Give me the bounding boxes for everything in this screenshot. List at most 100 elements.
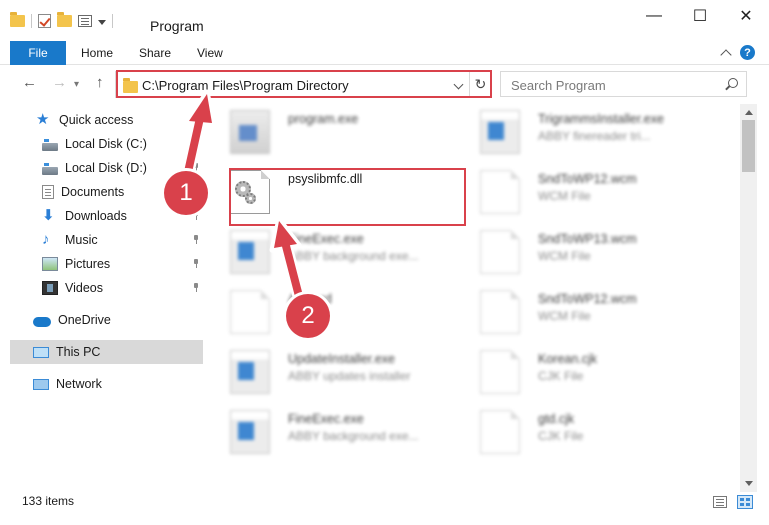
sidebar-item-music[interactable]: ♪ Music: [0, 228, 205, 252]
scroll-up-icon[interactable]: [745, 110, 753, 115]
navigation-pane: ★ Quick access Local Disk (C:) Local Dis…: [0, 104, 205, 484]
navigation-bar: ← → ▾ ↑ C:\Program Files\Program Directo…: [0, 68, 769, 100]
step-badge-2: 2: [286, 294, 330, 338]
minimize-button[interactable]: —: [631, 0, 677, 32]
file-item-psyslibmfc-dll[interactable]: psyslibmfc.dll: [212, 164, 452, 220]
sidebar-item-label: Quick access: [59, 113, 134, 127]
file-type: ABBY background exe...: [288, 429, 419, 443]
search-icon[interactable]: [728, 78, 738, 88]
exe-icon: [230, 110, 270, 154]
tab-share[interactable]: Share: [139, 46, 171, 60]
properties-check-icon[interactable]: [38, 14, 51, 28]
pin-icon: [193, 235, 199, 244]
step-badge-1: 1: [164, 171, 208, 215]
file-item-fineexec-exe-2[interactable]: FineExec.exe ABBY background exe...: [212, 404, 452, 460]
file-item-gtd-cjk[interactable]: gtd.cjk CJK File: [462, 404, 702, 460]
maximize-button[interactable]: ☐: [677, 0, 723, 32]
file-item-updateinstaller-exe[interactable]: UpdateInstaller.exe ABBY updates install…: [212, 344, 452, 400]
folder-icon[interactable]: [10, 12, 25, 27]
scroll-thumb[interactable]: [742, 120, 755, 172]
sidebar-item-pictures[interactable]: Pictures: [0, 252, 205, 276]
file-item-fineexec-exe[interactable]: FineExec.exe ABBY background exe...: [212, 224, 452, 280]
tab-view[interactable]: View: [197, 46, 223, 60]
close-button[interactable]: ✕: [723, 0, 769, 32]
file-type: CJK File: [538, 429, 584, 443]
file-type: ABBY updates installer: [288, 369, 411, 383]
pin-icon: [193, 163, 199, 172]
tab-file[interactable]: File: [10, 41, 66, 65]
search-input[interactable]: Search Program: [511, 78, 606, 93]
file-name: program.exe: [288, 112, 359, 126]
details-view-icon[interactable]: [713, 496, 727, 508]
file-item-sndtowp12-wcm[interactable]: SndToWP12.wcm WCM File: [462, 164, 702, 220]
properties-icon[interactable]: [78, 15, 92, 27]
large-icons-view-icon[interactable]: [737, 495, 753, 509]
up-button[interactable]: ↑: [96, 74, 104, 91]
file-type: WCM File: [538, 249, 591, 263]
sidebar-item-label: Videos: [65, 281, 103, 295]
document-icon: [480, 290, 520, 334]
ribbon-right: ?: [720, 45, 755, 61]
sidebar-item-label: Local Disk (C:): [65, 137, 147, 151]
file-name: Korean.cjk: [538, 352, 598, 366]
file-item-sndtowp13-wcm[interactable]: SndToWP13.wcm WCM File: [462, 224, 702, 280]
recent-locations-icon[interactable]: ▾: [74, 79, 79, 90]
file-type: CJK File: [538, 369, 584, 383]
sidebar-item-onedrive[interactable]: OneDrive: [0, 308, 205, 332]
file-name: SndToWP13.wcm: [538, 232, 637, 246]
sidebar-item-local-disk-c[interactable]: Local Disk (C:): [0, 132, 205, 156]
separator: [112, 14, 113, 28]
sidebar-item-label: OneDrive: [58, 313, 111, 327]
document-icon: [480, 410, 520, 454]
sidebar-item-network[interactable]: Network: [0, 372, 205, 396]
file-item-amberd[interactable]: Amberd: [212, 284, 452, 340]
music-icon: ♪: [42, 231, 50, 248]
file-type: ABBY background exe...: [288, 249, 419, 263]
sidebar-item-quick-access[interactable]: ★ Quick access: [0, 108, 205, 132]
document-icon: [480, 350, 520, 394]
sidebar-item-label: Local Disk (D:): [65, 161, 147, 175]
file-type: WCM File: [538, 309, 591, 323]
refresh-button[interactable]: ↻: [469, 72, 491, 97]
scroll-down-icon[interactable]: [745, 481, 753, 486]
search-box[interactable]: Search Program: [500, 71, 747, 97]
pin-icon: [193, 283, 199, 292]
onedrive-icon: [33, 317, 51, 327]
app-icon: [230, 230, 270, 274]
pictures-icon: [42, 257, 58, 271]
folder-icon: [123, 78, 138, 93]
ribbon-tabs: File Home Share View ?: [0, 41, 769, 65]
gear-icon: [245, 193, 256, 204]
status-bar: 133 items: [0, 488, 769, 514]
address-path[interactable]: C:\Program Files\Program Directory: [142, 78, 349, 93]
tab-home[interactable]: Home: [81, 46, 113, 60]
forward-button[interactable]: →: [52, 74, 67, 91]
file-item-sndtowp12-wcm-2[interactable]: SndToWP12.wcm WCM File: [462, 284, 702, 340]
vertical-scrollbar[interactable]: [740, 104, 757, 492]
address-dropdown-icon[interactable]: [453, 79, 464, 90]
new-folder-icon[interactable]: [57, 12, 72, 27]
sidebar-item-label: This PC: [56, 345, 101, 359]
back-button[interactable]: ←: [22, 74, 37, 91]
document-icon: [480, 170, 520, 214]
file-name: FineExec.exe: [288, 412, 364, 426]
window-controls: — ☐ ✕: [631, 0, 769, 32]
file-item-program-exe[interactable]: program.exe: [212, 104, 452, 160]
sidebar-item-label: Documents: [61, 185, 125, 199]
help-icon[interactable]: ?: [740, 45, 755, 60]
expand-ribbon-icon[interactable]: [720, 48, 732, 61]
file-item-korean-cjk[interactable]: Korean.cjk CJK File: [462, 344, 702, 400]
separator: [31, 14, 32, 28]
item-count: 133 items: [22, 494, 75, 508]
file-name: UpdateInstaller.exe: [288, 352, 396, 366]
this-pc-icon: [33, 346, 49, 358]
sidebar-item-videos[interactable]: Videos: [0, 276, 205, 300]
title-bar: Program — ☐ ✕: [0, 0, 769, 40]
file-name: psyslibmfc.dll: [288, 172, 363, 186]
disk-icon: [42, 139, 58, 151]
file-item-trigramms-installer[interactable]: TrigrammsInstaller.exe ABBY finereader t…: [462, 104, 702, 160]
app-icon: [480, 110, 520, 154]
customize-toolbar-icon[interactable]: [98, 19, 106, 25]
sidebar-item-this-pc[interactable]: This PC: [10, 340, 203, 364]
address-bar[interactable]: C:\Program Files\Program Directory ↻: [115, 71, 491, 98]
